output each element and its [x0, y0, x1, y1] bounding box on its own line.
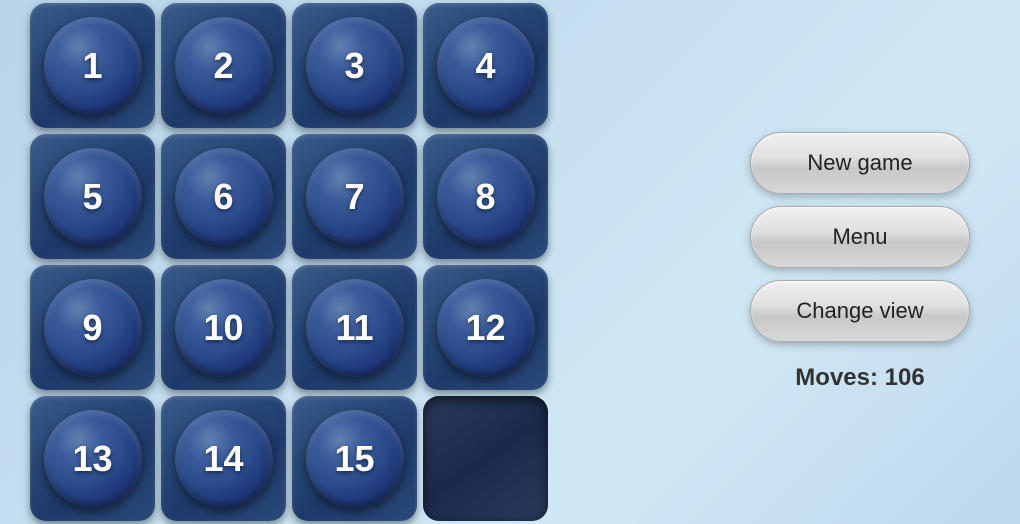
tile-number-11: 11	[335, 307, 373, 349]
tile-3[interactable]: 3	[292, 3, 417, 128]
tile-number-2: 2	[213, 45, 233, 87]
tile-number-12: 12	[465, 307, 505, 349]
tile-1[interactable]: 1	[30, 3, 155, 128]
tile-11[interactable]: 11	[292, 265, 417, 390]
tile-circle-6: 6	[175, 148, 273, 246]
tile-number-8: 8	[475, 176, 495, 218]
tile-14[interactable]: 14	[161, 396, 286, 521]
moves-display: Moves: 106	[795, 364, 924, 392]
tile-circle-4: 4	[437, 17, 535, 115]
tile-circle-2: 2	[175, 17, 273, 115]
tile-12[interactable]: 12	[423, 265, 548, 390]
tile-6[interactable]: 6	[161, 134, 286, 259]
tile-number-15: 15	[334, 438, 374, 480]
tile-circle-1: 1	[44, 17, 142, 115]
tile-number-1: 1	[82, 45, 102, 87]
tile-circle-7: 7	[306, 148, 404, 246]
tile-9[interactable]: 9	[30, 265, 155, 390]
tile-circle-13: 13	[44, 410, 142, 508]
main-container: 1 2 3 4 5 6	[0, 0, 1020, 524]
tile-7[interactable]: 7	[292, 134, 417, 259]
tile-4[interactable]: 4	[423, 3, 548, 128]
tile-number-5: 5	[82, 176, 102, 218]
tile-13[interactable]: 13	[30, 396, 155, 521]
tile-2[interactable]: 2	[161, 3, 286, 128]
tile-10[interactable]: 10	[161, 265, 286, 390]
tile-number-7: 7	[344, 176, 364, 218]
tile-number-4: 4	[475, 45, 495, 87]
sidebar: New game Menu Change view Moves: 106	[750, 132, 970, 392]
tile-number-10: 10	[203, 307, 243, 349]
tile-empty[interactable]	[423, 396, 548, 521]
tile-number-6: 6	[213, 176, 233, 218]
menu-button[interactable]: Menu	[750, 206, 970, 268]
tile-8[interactable]: 8	[423, 134, 548, 259]
tile-circle-12: 12	[437, 279, 535, 377]
tile-5[interactable]: 5	[30, 134, 155, 259]
tile-circle-8: 8	[437, 148, 535, 246]
change-view-button[interactable]: Change view	[750, 280, 970, 342]
new-game-button[interactable]: New game	[750, 132, 970, 194]
tile-15[interactable]: 15	[292, 396, 417, 521]
tile-circle-9: 9	[44, 279, 142, 377]
tile-number-14: 14	[203, 438, 243, 480]
puzzle-grid: 1 2 3 4 5 6	[30, 3, 548, 521]
tile-circle-14: 14	[175, 410, 273, 508]
tile-number-3: 3	[344, 45, 364, 87]
tile-circle-10: 10	[175, 279, 273, 377]
tile-circle-3: 3	[306, 17, 404, 115]
tile-circle-11: 11	[306, 279, 404, 377]
tile-number-9: 9	[82, 307, 102, 349]
tile-number-13: 13	[72, 438, 112, 480]
tile-circle-5: 5	[44, 148, 142, 246]
tile-circle-15: 15	[306, 410, 404, 508]
